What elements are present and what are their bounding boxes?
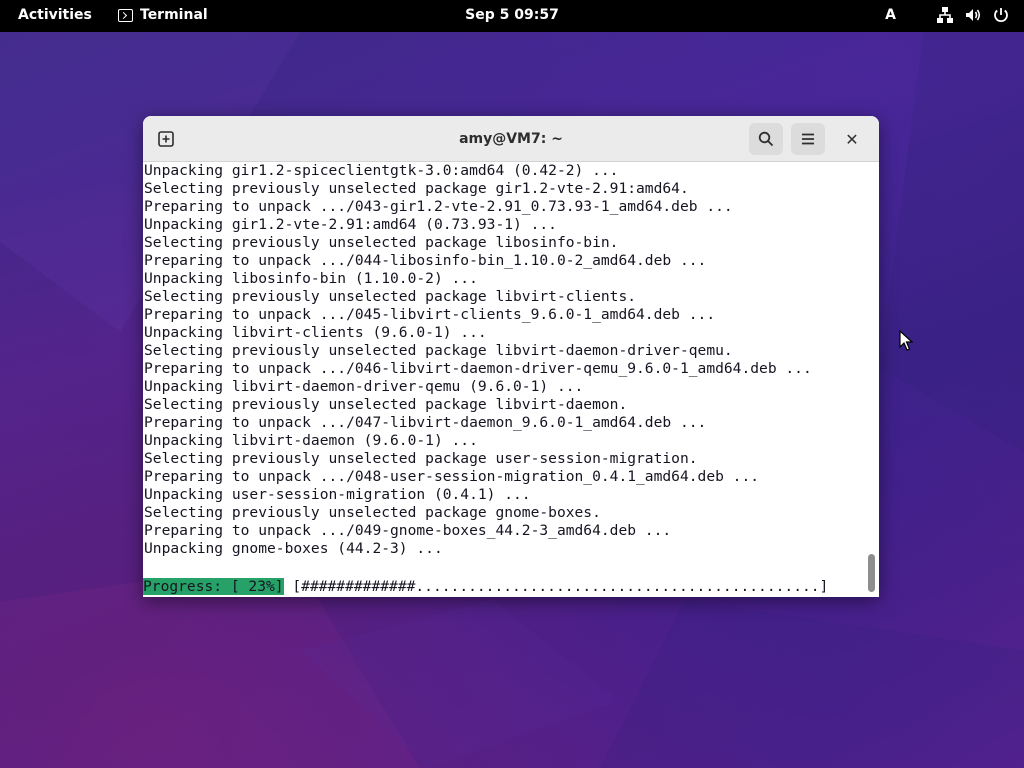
- terminal-line: Selecting previously unselected package …: [144, 288, 637, 305]
- wallpaper-facet: [880, 32, 1024, 452]
- terminal-line: Unpacking gir1.2-vte-2.91:amd64 (0.73.93…: [144, 216, 557, 233]
- terminal-line: Selecting previously unselected package …: [144, 504, 601, 521]
- terminal-line: Preparing to unpack .../044-libosinfo-bi…: [144, 252, 707, 269]
- clock-button[interactable]: Sep 5 09:57: [465, 7, 559, 23]
- main-menu-button[interactable]: [791, 123, 825, 155]
- terminal-line: Preparing to unpack .../047-libvirt-daem…: [144, 414, 707, 431]
- search-button[interactable]: [749, 123, 783, 155]
- terminal-line: Preparing to unpack .../046-libvirt-daem…: [144, 360, 812, 377]
- system-tray[interactable]: A: [885, 6, 1010, 24]
- power-icon: [994, 8, 1008, 22]
- terminal-line: Preparing to unpack .../045-libvirt-clie…: [144, 306, 716, 323]
- terminal-line: Preparing to unpack .../049-gnome-boxes_…: [144, 522, 672, 539]
- new-tab-icon: [158, 131, 174, 147]
- terminal-line: Selecting previously unselected package …: [144, 342, 733, 359]
- mouse-pointer-icon: [899, 330, 913, 351]
- terminal-line: Selecting previously unselected package …: [144, 396, 628, 413]
- terminal-line: Preparing to unpack .../048-user-session…: [144, 468, 760, 485]
- app-menu-button[interactable]: Terminal: [118, 7, 208, 23]
- window-header-bar[interactable]: amy@VM7: ~ ✕: [143, 116, 879, 162]
- terminal-line: Unpacking gnome-boxes (44.2-3) ...: [144, 540, 443, 557]
- new-tab-button[interactable]: [149, 123, 183, 155]
- terminal-line: Selecting previously unselected package …: [144, 450, 698, 467]
- progress-line: Progress: [ 23%] [#############.........…: [143, 578, 828, 596]
- network-icon: [937, 7, 953, 23]
- close-button[interactable]: ✕: [839, 126, 865, 152]
- wallpaper-facet: [600, 600, 1024, 768]
- terminal-window: amy@VM7: ~ ✕ Unpacking gir1.2-spiceclien…: [143, 116, 879, 597]
- terminal-line: Unpacking user-session-migration (0.4.1)…: [144, 486, 531, 503]
- volume-icon: [966, 9, 981, 21]
- terminal-scrollbar[interactable]: [865, 162, 879, 597]
- window-title: amy@VM7: ~: [459, 131, 563, 147]
- close-icon: ✕: [845, 129, 859, 149]
- terminal-line: Preparing to unpack .../043-gir1.2-vte-2…: [144, 198, 733, 215]
- progress-bar: [#############..........................…: [283, 578, 829, 595]
- terminal-line: Selecting previously unselected package …: [144, 234, 619, 251]
- terminal-line: Unpacking libosinfo-bin (1.10.0-2) ...: [144, 270, 478, 287]
- search-icon: [758, 131, 774, 147]
- terminal-icon: [118, 8, 133, 22]
- terminal-line: Unpacking gir1.2-spiceclientgtk-3.0:amd6…: [144, 162, 619, 179]
- terminal-output[interactable]: Unpacking gir1.2-spiceclientgtk-3.0:amd6…: [143, 162, 865, 597]
- terminal-line: Unpacking libvirt-daemon-driver-qemu (9.…: [144, 378, 584, 395]
- menu-icon: [802, 133, 814, 145]
- terminal-line: Unpacking libvirt-clients (9.6.0-1) ...: [144, 324, 487, 341]
- terminal-line: Selecting previously unselected package …: [144, 180, 689, 197]
- progress-label: Progress: [ 23%]: [143, 578, 284, 595]
- top-bar: Activities Terminal Sep 5 09:57 A: [0, 0, 1024, 32]
- activities-button[interactable]: Activities: [18, 7, 92, 23]
- app-menu-label: Terminal: [140, 7, 208, 23]
- keyboard-layout-indicator[interactable]: A: [885, 7, 896, 23]
- scrollbar-thumb[interactable]: [868, 554, 875, 592]
- terminal-line: Unpacking libvirt-daemon (9.6.0-1) ...: [144, 432, 478, 449]
